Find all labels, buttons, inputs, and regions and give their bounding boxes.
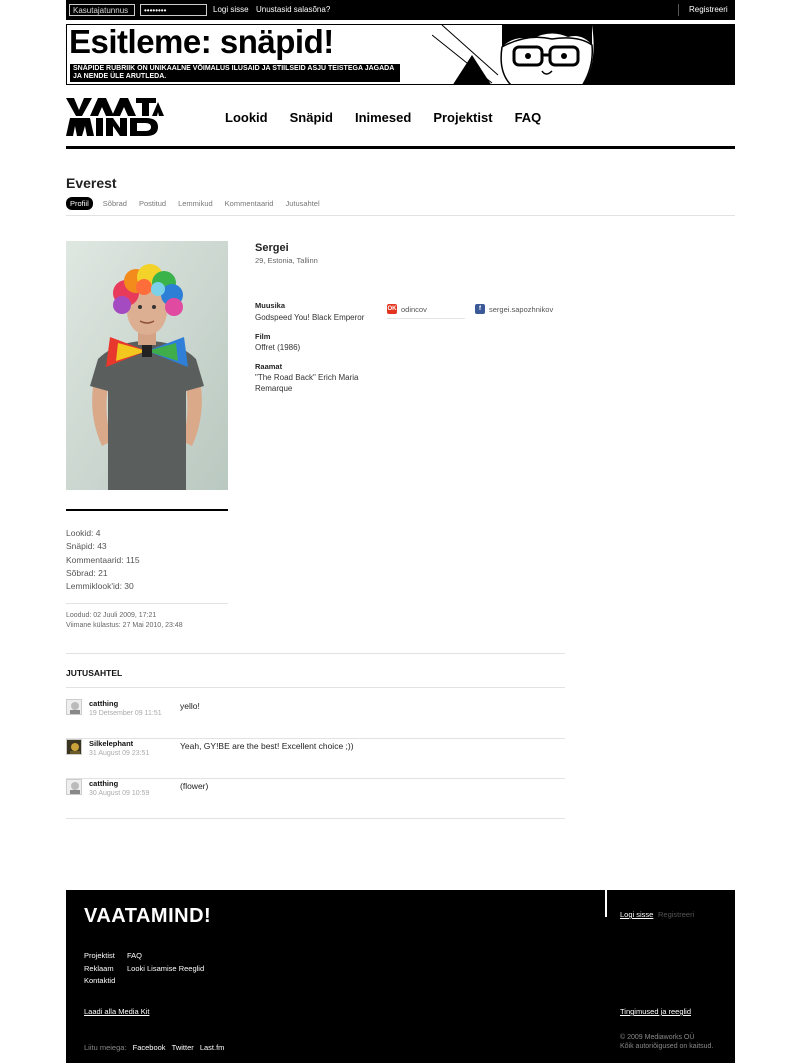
comment-author[interactable]: catthing: [89, 779, 118, 788]
field-value-film: Offret (1986): [255, 343, 301, 352]
banner-illustration: [432, 25, 734, 84]
profile-photo: [66, 241, 228, 490]
header-divider: [66, 146, 735, 149]
profile-stats: Lookid: 4 Snäpid: 43 Kommentaarid: 115 S…: [66, 527, 140, 593]
comment-text: yello!: [180, 701, 200, 711]
comments-top-divider: [66, 653, 565, 654]
promo-banner[interactable]: Esitleme: snäpid! Snäpide rubriik on uni…: [66, 24, 735, 85]
comment-date: 30 August 09 10:59: [89, 790, 150, 797]
footer-login-link[interactable]: Logi sisse: [620, 910, 653, 919]
footer-link-projektist[interactable]: Projektist: [84, 951, 115, 960]
profile-tabs: Profiil Sõbrad Postitud Lemmikud Komment…: [66, 197, 332, 210]
person-name: Sergei: [255, 242, 289, 254]
comment-author[interactable]: Silkelephant: [89, 739, 133, 748]
field-label-music: Muusika: [255, 301, 286, 310]
footer-link-reklaam[interactable]: Reklaam: [84, 964, 114, 973]
nav-projektist[interactable]: Projektist: [433, 110, 492, 125]
stat-kommentaarid: Kommentaarid: 115: [66, 554, 140, 565]
vaatamind-logo[interactable]: [66, 96, 166, 138]
comment-item: catthing 30 August 09 10:59 (flower): [66, 779, 565, 819]
media-kit-link[interactable]: Laadi alla Media Kit: [84, 1007, 149, 1016]
banner-text: Snäpide rubriik on unikaalne võimalus il…: [70, 64, 400, 82]
footer-link-kontaktid[interactable]: Kontaktid: [84, 976, 115, 985]
field-value-music: Godspeed You! Black Emperor: [255, 313, 365, 322]
tab-kommentaarid[interactable]: Kommentaarid: [225, 199, 274, 208]
odnoklassniki-icon: OK: [387, 304, 397, 314]
follow-twitter-link[interactable]: Twitter: [172, 1043, 194, 1052]
tab-postitud[interactable]: Postitud: [139, 199, 166, 208]
stat-sobrad: Sõbrad: 21: [66, 567, 108, 578]
nav-faq[interactable]: FAQ: [515, 110, 542, 125]
profile-username: Everest: [66, 175, 117, 191]
person-meta: 29, Estonia, Tallinn: [255, 256, 318, 265]
forgot-password-link[interactable]: Unustasid salasõna?: [256, 5, 330, 14]
field-value-book: "The Road Back" Erich Maria Remarque: [255, 373, 359, 393]
tabs-divider: [66, 215, 735, 216]
jutusahtel-title: JUTUSAHTEL: [66, 668, 123, 678]
comment-date: 31 August 09 23:51: [89, 750, 150, 757]
field-label-film: Film: [255, 332, 271, 341]
top-login-bar: Logi sisse Unustasid salasõna? Registree…: [66, 0, 735, 20]
terms-link[interactable]: Tingimused ja reeglid: [620, 1007, 691, 1016]
avatar[interactable]: [66, 779, 82, 795]
footer: VAATAMIND! Logi sisse Registreeri Projek…: [66, 890, 735, 1063]
stats-divider: [66, 509, 228, 511]
comment-text: Yeah, GY!BE are the best! Excellent choi…: [180, 741, 354, 751]
footer-link-faq[interactable]: FAQ: [127, 951, 142, 960]
comment-text: (flower): [180, 781, 209, 791]
avatar[interactable]: [66, 739, 82, 755]
last-visit-date: Viimane külastus: 27 Mai 2010, 23:48: [66, 621, 183, 629]
main-nav: Lookid Snäpid Inimesed Projektist FAQ: [225, 110, 563, 125]
comment-date: 19 Detsember 09 11:51: [89, 710, 162, 717]
tab-profiil[interactable]: Profiil: [66, 197, 93, 210]
copyright: © 2009 Mediaworks OÜ Kõik autoriõigused …: [620, 1033, 713, 1051]
footer-divider: [605, 890, 607, 917]
nav-inimesed[interactable]: Inimesed: [355, 110, 411, 125]
tab-lemmikud[interactable]: Lemmikud: [178, 199, 213, 208]
copyright-line-2: Kõik autoriõigused on kaitsud.: [620, 1043, 714, 1050]
dates-divider: [66, 603, 228, 604]
comment-item: catthing 19 Detsember 09 11:51 yello!: [66, 699, 565, 739]
social-odnoklassniki[interactable]: OK odincov: [387, 304, 427, 314]
stat-lookid: Lookid: 4: [66, 528, 101, 538]
register-link[interactable]: Registreeri: [689, 5, 728, 14]
follow-us: Liitu meiega: Facebook Twitter Last.fm: [84, 1043, 224, 1052]
tab-sobrad[interactable]: Sõbrad: [103, 199, 127, 208]
copyright-line-1: © 2009 Mediaworks OÜ: [620, 1034, 695, 1041]
stat-snapid: Snäpid: 43: [66, 541, 107, 552]
nav-snapid[interactable]: Snäpid: [290, 110, 333, 125]
footer-link-reeglid[interactable]: Looki Lisamise Reeglid: [127, 964, 204, 973]
follow-label: Liitu meiega:: [84, 1043, 127, 1052]
footer-logo[interactable]: VAATAMIND!: [84, 905, 211, 928]
profile-dates: Loodud: 02 Juuli 2009, 17:21 Viimane kül…: [66, 611, 183, 630]
comments-title-divider: [66, 687, 565, 688]
stat-lemmiklookid: Lemmiklook'id: 30: [66, 581, 134, 592]
follow-lastfm-link[interactable]: Last.fm: [200, 1043, 225, 1052]
social-facebook[interactable]: f sergei.sapozhnikov: [475, 304, 553, 314]
created-date: Loodud: 02 Juuli 2009, 17:21: [66, 612, 157, 619]
tab-jutusahtel[interactable]: Jutusahtel: [285, 199, 319, 208]
follow-facebook-link[interactable]: Facebook: [133, 1043, 166, 1052]
social-facebook-label: sergei.sapozhnikov: [489, 304, 554, 314]
comment-author[interactable]: catthing: [89, 699, 118, 708]
field-label-book: Raamat: [255, 362, 283, 371]
login-link[interactable]: Logi sisse: [213, 5, 249, 14]
username-input[interactable]: [69, 4, 135, 16]
social-underline: [387, 318, 465, 319]
facebook-icon: f: [475, 304, 485, 314]
password-input[interactable]: [140, 4, 207, 16]
footer-register-link[interactable]: Registreeri: [658, 910, 694, 919]
avatar[interactable]: [66, 699, 82, 715]
social-odnoklassniki-label: odincov: [401, 304, 427, 314]
comment-item: Silkelephant 31 August 09 23:51 Yeah, GY…: [66, 739, 565, 779]
topbar-divider: [678, 4, 679, 16]
banner-title: Esitleme: snäpid!: [69, 24, 334, 60]
nav-lookid[interactable]: Lookid: [225, 110, 268, 125]
